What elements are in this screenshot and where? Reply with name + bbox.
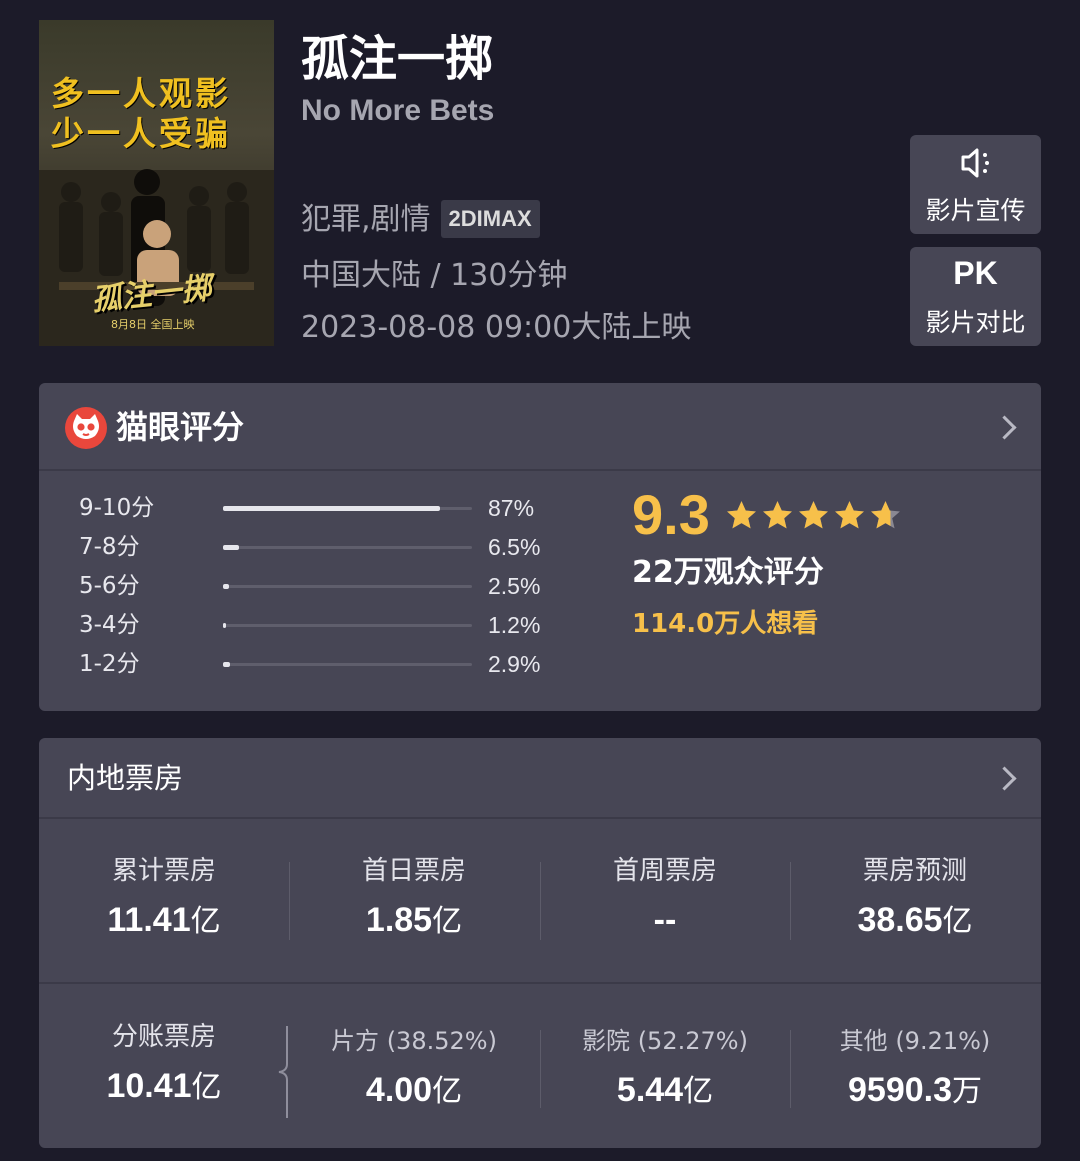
rating-stars [725, 499, 905, 533]
stat-other-share: 其他 (9.21%) 9590.3万 [790, 1024, 1040, 1112]
box-office-title: 内地票房 [67, 761, 184, 795]
poster-tagline-2: 少一人受骗 [51, 114, 231, 153]
stat-value: 10.41亿 [106, 1067, 222, 1105]
promo-label: 影片宣传 [925, 196, 1026, 225]
rating-distribution-row: 3-4分 1.2% [79, 610, 541, 640]
distribution-bar [223, 662, 472, 667]
star-icon [835, 501, 864, 529]
movie-title-english: No More Bets [301, 94, 495, 127]
stat-value: 9590.3万 [848, 1071, 982, 1109]
stat-label: 首日票房 [361, 856, 466, 886]
distribution-percent: 87% [488, 495, 535, 521]
star-icon [799, 501, 828, 529]
chevron-right-icon[interactable] [992, 415, 1017, 440]
stat-label: 其他 (9.21%) [839, 1027, 991, 1055]
distribution-bar-fill [223, 545, 239, 550]
distribution-bar-fill [223, 506, 440, 511]
poster-date: 8月8日 全国上映 [111, 318, 195, 331]
stat-producer-share: 片方 (38.52%) 4.00亿 [289, 1024, 539, 1112]
rating-distribution-row: 1-2分 2.9% [79, 649, 541, 679]
chevron-right-icon[interactable] [992, 766, 1017, 791]
movie-poster[interactable]: 多一人观影 少一人受骗 孤注一掷 8月8日 全国上映 [39, 20, 274, 346]
distribution-bar-fill [223, 584, 229, 589]
stat-split-total: 分账票房 10.41亿 [39, 1020, 289, 1108]
box-office-card: 内地票房 累计票房 11.41亿 首日票房 1.85亿 首周票房 -- 票房预测… [39, 738, 1041, 1148]
pk-icon: PK [953, 255, 998, 291]
stat-value: 11.41亿 [107, 901, 221, 939]
distribution-label: 7-8分 [79, 534, 140, 560]
poster-tagline-1: 多一人观影 [51, 74, 231, 113]
stat-label: 分账票房 [111, 1022, 216, 1052]
stat-value: 1.85亿 [365, 901, 463, 939]
rating-distribution-row: 7-8分 6.5% [79, 532, 541, 562]
distribution-percent: 2.5% [488, 573, 541, 599]
rating-card-header[interactable]: 猫眼评分 [39, 383, 1041, 471]
stat-cumulative: 累计票房 11.41亿 [39, 854, 289, 942]
stat-forecast: 票房预测 38.65亿 [790, 854, 1040, 942]
stat-cinema-share: 影院 (52.27%) 5.44亿 [540, 1024, 790, 1112]
distribution-percent: 2.9% [488, 651, 541, 677]
want-to-watch-count: 114.0万人想看 [632, 609, 819, 639]
section-divider [39, 982, 1041, 984]
rating-distribution-row: 5-6分 2.5% [79, 571, 541, 601]
genre-text: 犯罪,剧情 [301, 202, 431, 237]
movie-title: 孤注一掷 [301, 31, 494, 87]
stat-first-week: 首周票房 -- [540, 854, 790, 942]
distribution-label: 3-4分 [79, 612, 140, 638]
stat-first-day: 首日票房 1.85亿 [289, 854, 539, 942]
maoyan-cat-icon [65, 407, 107, 449]
distribution-label: 1-2分 [79, 651, 140, 677]
stat-label: 累计票房 [111, 856, 216, 886]
rating-brand: 猫眼评分 [116, 408, 245, 446]
rating-card: 猫眼评分 9-10分 87% 7-8分 6.5% 5-6分 2.5% 3-4分 1.2% 1-2… [39, 383, 1041, 711]
distribution-label: 9-10分 [79, 495, 155, 521]
rating-distribution-row: 9-10分 87% [79, 493, 539, 523]
star-icon [871, 501, 900, 529]
format-tag: 2DIMAX [440, 200, 540, 238]
box-office-header[interactable]: 内地票房 [39, 738, 1041, 819]
stat-label: 片方 (38.52%) [331, 1027, 497, 1055]
distribution-percent: 1.2% [488, 612, 541, 638]
stat-label: 影院 (52.27%) [582, 1027, 748, 1055]
movie-release: 2023-08-08 09:00大陆上映 [301, 310, 692, 345]
distribution-percent: 6.5% [488, 534, 541, 560]
promo-button[interactable]: 影片宣传 [910, 135, 1041, 234]
rating-voters: 22万观众评分 [632, 555, 824, 590]
star-icon [763, 501, 792, 529]
stat-value: 5.44亿 [616, 1071, 714, 1109]
speaker-icon [910, 145, 1041, 181]
distribution-bar-fill [223, 623, 226, 628]
distribution-bar-fill [223, 662, 230, 667]
rating-score: 9.3 [632, 483, 710, 546]
distribution-bar [223, 584, 472, 589]
stat-label: 首周票房 [612, 856, 717, 886]
pk-button[interactable]: PK 影片对比 [910, 247, 1041, 346]
pk-label: 影片对比 [925, 308, 1026, 337]
stat-value: 38.65亿 [857, 901, 973, 939]
movie-genres: 犯罪,剧情 2DIMAX [301, 200, 540, 240]
star-icon [727, 501, 756, 529]
movie-origin-duration: 中国大陆 / 130分钟 [301, 258, 568, 293]
distribution-label: 5-6分 [79, 573, 140, 599]
distribution-bar [223, 623, 472, 628]
stat-label: 票房预测 [862, 856, 967, 886]
distribution-bar [223, 506, 472, 511]
stat-value: 4.00亿 [365, 1071, 463, 1109]
stat-value: -- [653, 901, 677, 939]
distribution-bar [223, 545, 472, 550]
